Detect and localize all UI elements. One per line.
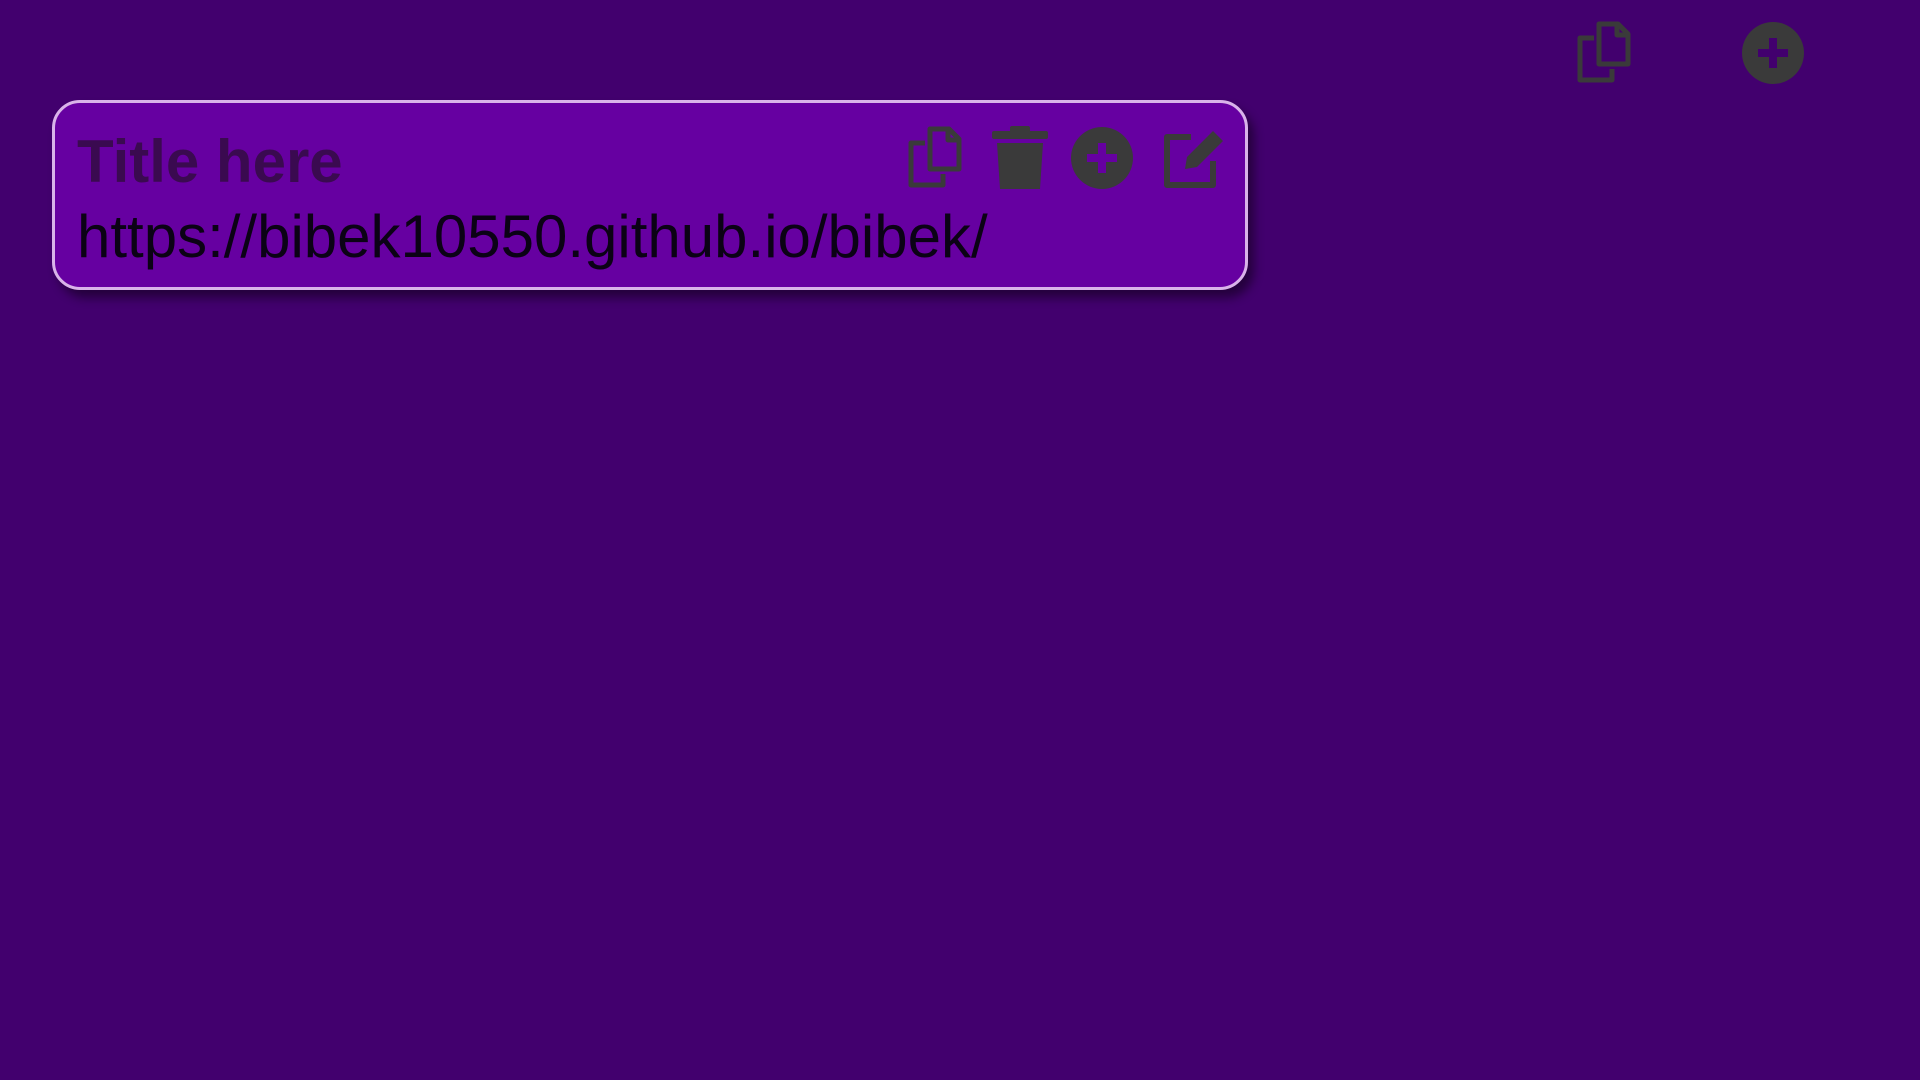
edit-icon bbox=[1159, 125, 1225, 191]
copy-icon bbox=[903, 125, 969, 191]
link-card: Title here https://bibek10550.github.io/… bbox=[52, 100, 1248, 290]
edit-button[interactable] bbox=[1157, 123, 1227, 193]
plus-circle-icon bbox=[1069, 125, 1135, 191]
card-url[interactable]: https://bibek10550.github.io/bibek/ bbox=[77, 201, 988, 273]
copy-link-button[interactable] bbox=[901, 123, 971, 193]
trash-icon bbox=[990, 125, 1050, 191]
copy-icon bbox=[1572, 20, 1638, 86]
card-actions bbox=[901, 123, 1231, 193]
add-new-button[interactable] bbox=[1738, 18, 1808, 88]
copy-all-button[interactable] bbox=[1570, 18, 1640, 88]
delete-button[interactable] bbox=[985, 123, 1055, 193]
add-button[interactable] bbox=[1067, 123, 1137, 193]
card-title: Title here bbox=[77, 128, 343, 195]
top-toolbar bbox=[1570, 18, 1820, 88]
plus-circle-icon bbox=[1740, 20, 1806, 86]
